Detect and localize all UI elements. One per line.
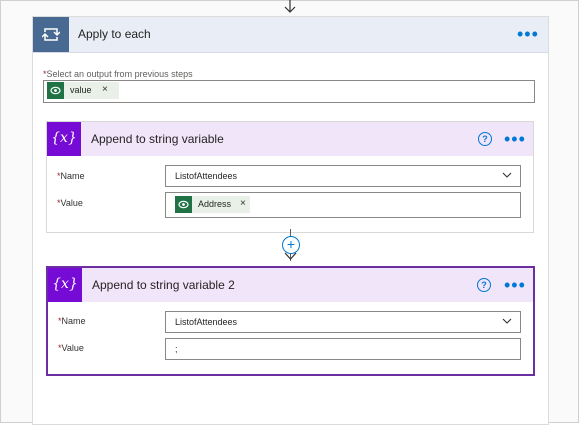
arrow-down-icon xyxy=(284,0,296,13)
remove-token-icon[interactable]: × xyxy=(102,84,108,95)
name-field-label: *Name xyxy=(57,171,85,181)
arrow-down-icon xyxy=(284,252,297,260)
append-to-string-variable-header[interactable]: {x} Append to string variable ? ••• xyxy=(47,122,533,156)
append-to-string-variable-2-card: {x} Append to string variable 2 ? ••• *N… xyxy=(46,266,535,376)
apply-to-each-title: Apply to each xyxy=(78,27,151,41)
chevron-down-icon xyxy=(502,318,512,324)
action-title: Append to string variable xyxy=(91,132,224,146)
value-input[interactable]: ; xyxy=(165,338,521,360)
remove-token-icon[interactable]: × xyxy=(240,198,246,209)
token-label: Address xyxy=(198,199,232,209)
dynamic-content-token[interactable]: value × xyxy=(47,82,119,99)
apply-to-each-header[interactable]: Apply to each ••• xyxy=(33,17,548,53)
more-options-icon[interactable]: ••• xyxy=(504,130,526,148)
value-input[interactable]: Address × xyxy=(165,192,521,218)
value-field-label: *Value xyxy=(58,343,84,353)
variable-icon: {x} xyxy=(48,268,82,302)
dynamic-content-token[interactable]: Address × xyxy=(175,196,250,213)
chevron-down-icon xyxy=(502,172,512,178)
dataverse-icon xyxy=(175,196,192,213)
action-title: Append to string variable 2 xyxy=(92,278,235,292)
name-dropdown[interactable]: ListofAttendees xyxy=(165,165,521,187)
select-output-label: *Select an output from previous steps xyxy=(43,69,193,79)
value-input-text: ; xyxy=(175,344,178,354)
select-output-input[interactable]: value × xyxy=(43,80,535,103)
append-to-string-variable-card: {x} Append to string variable ? ••• *Nam… xyxy=(46,121,534,233)
name-dropdown[interactable]: ListofAttendees xyxy=(165,311,521,333)
help-icon[interactable]: ? xyxy=(477,278,491,292)
variable-icon: {x} xyxy=(47,122,81,156)
append-to-string-variable-2-header[interactable]: {x} Append to string variable 2 ? ••• xyxy=(48,268,533,302)
dataverse-icon xyxy=(47,82,64,99)
help-icon[interactable]: ? xyxy=(478,132,492,146)
name-field-label: *Name xyxy=(58,316,86,326)
more-options-icon[interactable]: ••• xyxy=(504,276,526,294)
name-dropdown-value: ListofAttendees xyxy=(175,317,238,327)
value-field-label: *Value xyxy=(57,198,83,208)
more-options-icon[interactable]: ••• xyxy=(517,25,539,43)
name-dropdown-value: ListofAttendees xyxy=(175,171,238,181)
loop-icon xyxy=(33,17,69,52)
token-label: value xyxy=(70,85,92,95)
